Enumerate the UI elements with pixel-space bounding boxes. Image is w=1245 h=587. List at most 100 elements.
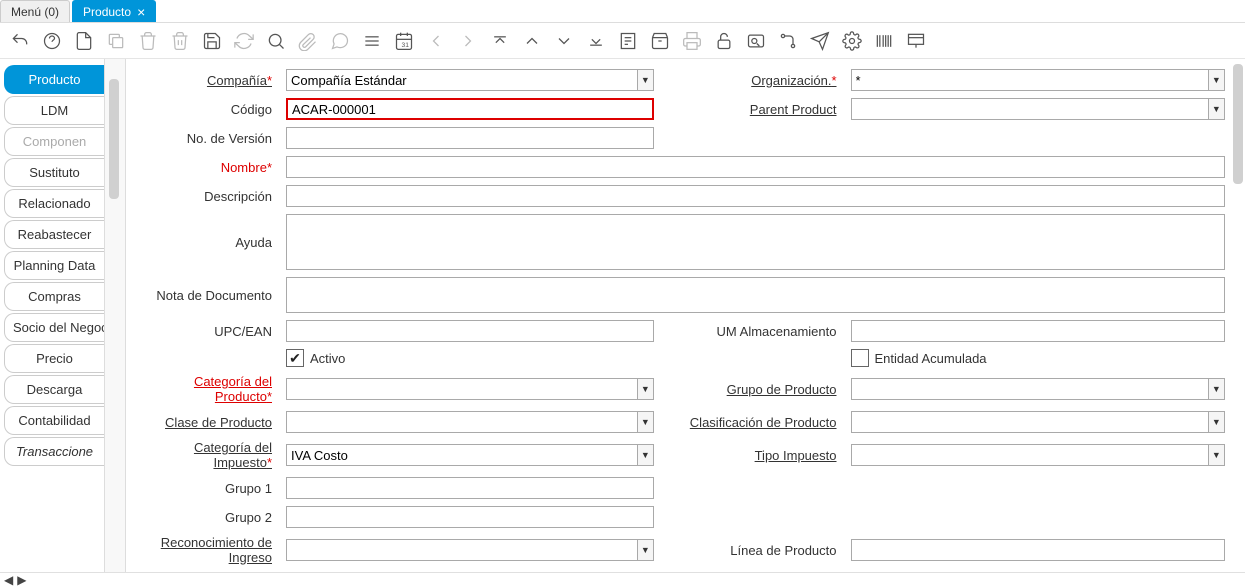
sidebar-item-compras[interactable]: Compras — [4, 282, 104, 311]
search-icon[interactable] — [264, 29, 288, 53]
sidebar-item-planning-data[interactable]: Planning Data — [4, 251, 104, 280]
barcode-icon[interactable] — [872, 29, 896, 53]
grid-icon[interactable] — [360, 29, 384, 53]
first-icon[interactable] — [488, 29, 512, 53]
input-descripcion[interactable] — [286, 185, 1225, 207]
sidebar-item-descarga[interactable]: Descarga — [4, 375, 104, 404]
close-icon[interactable]: × — [137, 5, 145, 19]
input-tipo-impuesto[interactable] — [851, 444, 1208, 466]
field-organizacion[interactable]: ▼ — [851, 69, 1226, 91]
input-grupo2[interactable] — [286, 506, 654, 528]
undo-icon[interactable] — [8, 29, 32, 53]
chevron-down-icon[interactable]: ▼ — [637, 411, 654, 433]
attachment-icon[interactable] — [296, 29, 320, 53]
input-nota-documento[interactable] — [286, 277, 1225, 313]
prev-icon[interactable] — [424, 29, 448, 53]
sidebar-item-socio-negocio[interactable]: Socio del Negocio — [4, 313, 104, 342]
label-codigo: Código — [136, 102, 276, 117]
chevron-down-icon[interactable]: ▼ — [1208, 444, 1225, 466]
input-parent-product[interactable] — [851, 98, 1208, 120]
sidebar-item-reabastecer[interactable]: Reabastecer — [4, 220, 104, 249]
tab-producto-label: Producto — [83, 5, 131, 19]
field-reconocimiento-ingreso[interactable]: ▼ — [286, 539, 654, 561]
calendar-icon[interactable]: 31 — [392, 29, 416, 53]
workflow-icon[interactable] — [776, 29, 800, 53]
checkbox-entidad-acumulada[interactable]: Entidad Acumulada — [851, 349, 1226, 367]
input-grupo-producto[interactable] — [851, 378, 1208, 400]
sidebar-item-ldm[interactable]: LDM — [4, 96, 104, 125]
field-tipo-impuesto[interactable]: ▼ — [851, 444, 1226, 466]
trash2-icon[interactable] — [168, 29, 192, 53]
gear-icon[interactable] — [840, 29, 864, 53]
field-categoria-impuesto[interactable]: ▼ — [286, 444, 654, 466]
label-categoria-impuesto: Categoría del Impuesto* — [136, 440, 276, 470]
presentation-icon[interactable] — [904, 29, 928, 53]
input-categoria-impuesto[interactable] — [286, 444, 637, 466]
field-categoria-producto[interactable]: ▼ — [286, 378, 654, 400]
sidebar-item-relacionado[interactable]: Relacionado — [4, 189, 104, 218]
lock-icon[interactable] — [712, 29, 736, 53]
field-clasificacion-producto[interactable]: ▼ — [851, 411, 1226, 433]
collapse-left-icon[interactable]: ◀ — [4, 573, 13, 587]
help-icon[interactable] — [40, 29, 64, 53]
zoom-icon[interactable] — [744, 29, 768, 53]
chevron-down-icon[interactable]: ▼ — [1208, 411, 1225, 433]
label-um-almacenamiento: UM Almacenamiento — [671, 324, 841, 339]
collapse-right-icon[interactable]: ▶ — [17, 573, 26, 587]
report-icon[interactable] — [616, 29, 640, 53]
last-icon[interactable] — [584, 29, 608, 53]
up-icon[interactable] — [520, 29, 544, 53]
input-codigo[interactable] — [286, 98, 654, 120]
chevron-down-icon[interactable]: ▼ — [637, 539, 654, 561]
gutter-thumb[interactable] — [109, 79, 119, 199]
field-grupo-producto[interactable]: ▼ — [851, 378, 1226, 400]
chevron-down-icon[interactable]: ▼ — [1208, 98, 1225, 120]
print-icon[interactable] — [680, 29, 704, 53]
input-categoria-producto[interactable] — [286, 378, 637, 400]
tab-menu[interactable]: Menú (0) — [0, 0, 70, 22]
archive-icon[interactable] — [648, 29, 672, 53]
down-icon[interactable] — [552, 29, 576, 53]
input-linea-producto[interactable] — [851, 539, 1226, 561]
checkbox-activo[interactable]: Activo — [286, 349, 661, 367]
input-clasificacion-producto[interactable] — [851, 411, 1208, 433]
chevron-down-icon[interactable]: ▼ — [1208, 378, 1225, 400]
copy-icon[interactable] — [104, 29, 128, 53]
refresh-icon[interactable] — [232, 29, 256, 53]
new-icon[interactable] — [72, 29, 96, 53]
send-icon[interactable] — [808, 29, 832, 53]
sidebar-item-producto[interactable]: Producto — [4, 65, 104, 94]
field-clase-producto[interactable]: ▼ — [286, 411, 654, 433]
field-compania[interactable]: ▼ — [286, 69, 654, 91]
sidebar-item-transacciones[interactable]: Transaccione — [4, 437, 104, 466]
save-icon[interactable] — [200, 29, 224, 53]
input-clase-producto[interactable] — [286, 411, 637, 433]
chevron-down-icon[interactable]: ▼ — [637, 378, 654, 400]
input-grupo1[interactable] — [286, 477, 654, 499]
checked-icon[interactable] — [286, 349, 304, 367]
input-compania[interactable] — [286, 69, 637, 91]
sidebar-item-sustituto[interactable]: Sustituto — [4, 158, 104, 187]
window-tabs: Menú (0) Producto × — [0, 0, 1245, 23]
sidebar-item-precio[interactable]: Precio — [4, 344, 104, 373]
input-ayuda[interactable] — [286, 214, 1225, 270]
sidebar-item-componen[interactable]: Componen — [4, 127, 104, 156]
chevron-down-icon[interactable]: ▼ — [637, 444, 654, 466]
unchecked-icon[interactable] — [851, 349, 869, 367]
trash-icon[interactable] — [136, 29, 160, 53]
chat-icon[interactable] — [328, 29, 352, 53]
gutter-scroll[interactable] — [104, 59, 126, 572]
next-icon[interactable] — [456, 29, 480, 53]
input-reconocimiento-ingreso[interactable] — [286, 539, 637, 561]
input-um-almacenamiento[interactable] — [851, 320, 1226, 342]
input-no-version[interactable] — [286, 127, 654, 149]
input-upc-ean[interactable] — [286, 320, 654, 342]
chevron-down-icon[interactable]: ▼ — [1208, 69, 1225, 91]
scrollbar-thumb[interactable] — [1233, 64, 1243, 184]
input-nombre[interactable] — [286, 156, 1225, 178]
sidebar-item-contabilidad[interactable]: Contabilidad — [4, 406, 104, 435]
field-parent-product[interactable]: ▼ — [851, 98, 1226, 120]
input-organizacion[interactable] — [851, 69, 1208, 91]
chevron-down-icon[interactable]: ▼ — [637, 69, 654, 91]
tab-producto[interactable]: Producto × — [72, 0, 156, 22]
